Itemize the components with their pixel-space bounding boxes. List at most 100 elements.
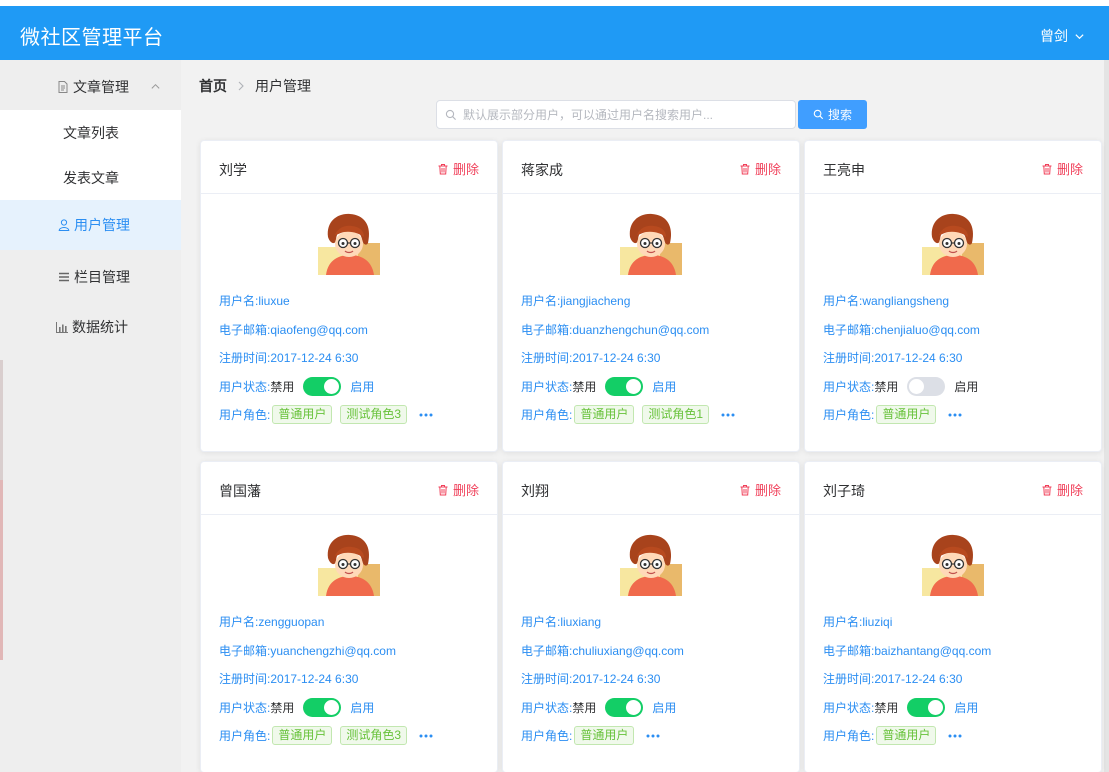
delete-button[interactable]: 删除 — [1041, 159, 1083, 178]
toggle-knob — [928, 700, 944, 715]
search-button[interactable]: 搜索 — [798, 100, 867, 129]
status-toggle[interactable] — [303, 698, 342, 717]
sidebar-item-label: 用户管理 — [74, 217, 130, 233]
sidebar-item-label: 发表文章 — [63, 169, 119, 186]
user-card: 刘翔 删除 用户名:liuxiang 电子邮箱:chuliuxiang@qq.c… — [502, 461, 800, 772]
toggle-knob — [909, 379, 925, 394]
registered-value: 2017-12-24 6:30 — [270, 672, 359, 686]
chevron-down-icon — [1075, 33, 1084, 39]
status-disabled-label: 禁用 — [572, 701, 597, 715]
status-toggle[interactable] — [907, 698, 946, 717]
role-tag: 测试角色3 — [340, 405, 408, 424]
email-field: 电子邮箱:yuanchengzhi@qq.com — [219, 642, 396, 659]
role-tag: 测试角色1 — [642, 405, 710, 424]
registered-value: 2017-12-24 6:30 — [270, 351, 359, 365]
card-title: 曾国藩 — [219, 483, 261, 499]
trash-icon — [740, 163, 750, 174]
delete-button[interactable]: 删除 — [1041, 480, 1083, 499]
registered-label: 注册时间: — [521, 351, 573, 365]
status-enabled-label: 启用 — [350, 701, 375, 715]
roles-field: 用户角色: 普通用户 测试角色1 — [521, 405, 735, 424]
user-card: 刘学 删除 用户名:liuxue 电子邮箱:qiaofeng@qq.com 注册… — [200, 140, 498, 452]
user-card: 蒋家成 删除 用户名:jiangjiacheng 电子邮箱:duanzhengc… — [502, 140, 800, 452]
card-title: 刘翔 — [521, 483, 549, 499]
status-disabled-label: 禁用 — [270, 701, 295, 715]
more-icon[interactable] — [721, 413, 735, 417]
roles-label: 用户角色: — [823, 729, 875, 743]
status-enabled-label: 启用 — [350, 380, 375, 394]
breadcrumb-home[interactable]: 首页 — [199, 76, 227, 96]
sidebar-item-article-list[interactable]: 文章列表 — [0, 110, 181, 155]
avatar — [620, 213, 682, 275]
toggle-knob — [324, 700, 340, 715]
email-label: 电子邮箱: — [219, 323, 271, 337]
email-value: yuanchengzhi@qq.com — [270, 644, 396, 658]
registered-label: 注册时间: — [521, 672, 573, 686]
sidebar-item-publish-article[interactable]: 发表文章 — [0, 155, 181, 200]
status-toggle[interactable] — [907, 377, 946, 396]
chevron-right-icon — [237, 81, 245, 91]
status-toggle[interactable] — [303, 377, 342, 396]
search-input[interactable] — [463, 107, 795, 122]
email-label: 电子邮箱: — [521, 644, 573, 658]
registered-field: 注册时间:2017-12-24 6:30 — [219, 349, 358, 366]
username-field: 用户名:zengguopan — [219, 613, 324, 630]
sidebar-item-article-management[interactable]: 文章管理 — [0, 62, 181, 112]
email-field: 电子邮箱:duanzhengchun@qq.com — [521, 321, 709, 338]
registered-value: 2017-12-24 6:30 — [874, 672, 963, 686]
scrollbar-track[interactable] — [1104, 60, 1109, 772]
username-label: 用户名: — [219, 615, 259, 629]
delete-label: 删除 — [452, 483, 479, 498]
status-toggle[interactable] — [605, 377, 644, 396]
trash-icon — [740, 484, 750, 495]
delete-label: 删除 — [754, 483, 781, 498]
status-disabled-label: 禁用 — [874, 380, 899, 394]
registered-value: 2017-12-24 6:30 — [874, 351, 963, 365]
trash-icon — [438, 163, 448, 174]
sidebar-item-statistics[interactable]: 数据统计 — [0, 302, 181, 352]
sidebar-item-label: 数据统计 — [72, 319, 128, 335]
delete-button[interactable]: 删除 — [739, 159, 781, 178]
status-toggle[interactable] — [605, 698, 644, 717]
role-tag: 普通用户 — [574, 726, 635, 745]
more-icon[interactable] — [646, 734, 660, 738]
status-field: 用户状态: 禁用 启用 — [521, 698, 676, 717]
more-icon[interactable] — [419, 734, 433, 738]
registered-value: 2017-12-24 6:30 — [572, 351, 661, 365]
delete-button[interactable]: 删除 — [437, 480, 479, 499]
toggle-knob — [626, 379, 642, 394]
registered-value: 2017-12-24 6:30 — [572, 672, 661, 686]
username-value: liuxiang — [560, 615, 602, 629]
username-label: 用户名: — [521, 294, 561, 308]
status-field: 用户状态: 禁用 启用 — [219, 698, 374, 717]
more-icon[interactable] — [948, 413, 962, 417]
sidebar-item-label: 栏目管理 — [74, 269, 130, 285]
status-label: 用户状态: — [823, 701, 875, 715]
status-field: 用户状态: 禁用 启用 — [219, 377, 374, 396]
user-name: 曾剑 — [1040, 28, 1068, 44]
email-field: 电子邮箱:baizhantang@qq.com — [823, 642, 991, 659]
delete-button[interactable]: 删除 — [437, 159, 479, 178]
delete-button[interactable]: 删除 — [739, 480, 781, 499]
username-label: 用户名: — [823, 615, 863, 629]
more-icon[interactable] — [948, 734, 962, 738]
status-label: 用户状态: — [219, 380, 271, 394]
more-icon[interactable] — [419, 413, 433, 417]
sidebar-item-label: 文章列表 — [63, 124, 119, 141]
sidebar-item-user-management[interactable]: 用户管理 — [0, 200, 181, 250]
status-label: 用户状态: — [823, 380, 875, 394]
username-label: 用户名: — [219, 294, 259, 308]
email-field: 电子邮箱:chuliuxiang@qq.com — [521, 642, 684, 659]
delete-label: 删除 — [1056, 162, 1083, 177]
status-enabled-label: 启用 — [954, 701, 979, 715]
role-tag: 普通用户 — [574, 405, 635, 424]
user-menu[interactable]: 曾剑 — [1040, 26, 1085, 46]
sidebar-item-column-management[interactable]: 栏目管理 — [0, 252, 181, 302]
card-title: 蒋家成 — [521, 162, 563, 178]
roles-label: 用户角色: — [219, 729, 271, 743]
card-title: 刘学 — [219, 162, 247, 178]
sidebar: 文章管理 文章列表 发表文章 用户管理 栏目管理 数据统计 — [0, 60, 181, 772]
email-label: 电子邮箱: — [823, 644, 875, 658]
avatar — [922, 213, 984, 275]
registered-field: 注册时间:2017-12-24 6:30 — [823, 349, 962, 366]
